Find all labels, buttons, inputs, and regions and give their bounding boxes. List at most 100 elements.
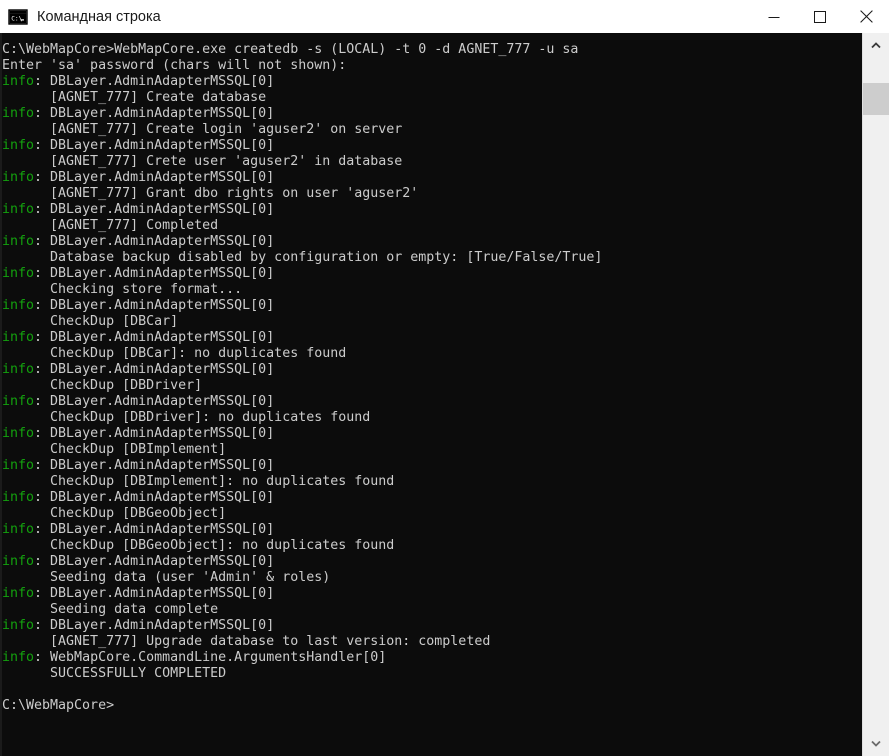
- console-line: info: DBLayer.AdminAdapterMSSQL[0]: [2, 170, 860, 186]
- log-severity-label: info: [2, 298, 35, 313]
- log-severity-label: info: [2, 202, 35, 217]
- console-line-text: CheckDup [DBImplement]: [2, 442, 227, 457]
- window-title: Командная строка: [37, 8, 161, 25]
- console-line-text: CheckDup [DBCar]: no duplicates found: [2, 346, 347, 361]
- console-line-text: : WebMapCore.CommandLine.ArgumentsHandle…: [34, 650, 387, 665]
- scroll-down-button[interactable]: [863, 731, 889, 756]
- console-line-text: SUCCESSFULLY COMPLETED: [2, 666, 227, 681]
- log-severity-label: info: [2, 490, 35, 505]
- console-line: info: DBLayer.AdminAdapterMSSQL[0]: [2, 74, 860, 90]
- console-line: Seeding data (user 'Admin' & roles): [2, 570, 860, 586]
- console-line-text: Seeding data (user 'Admin' & roles): [2, 570, 331, 585]
- console-line-text: : DBLayer.AdminAdapterMSSQL[0]: [34, 586, 275, 601]
- console-line-text: : DBLayer.AdminAdapterMSSQL[0]: [34, 298, 275, 313]
- console-line: CheckDup [DBGeoObject]: no duplicates fo…: [2, 538, 860, 554]
- console-line: info: DBLayer.AdminAdapterMSSQL[0]: [2, 330, 860, 346]
- console-line-text: [AGNET_777] Upgrade database to last ver…: [2, 634, 491, 649]
- console-line: CheckDup [DBDriver]: [2, 378, 860, 394]
- log-severity-label: info: [2, 362, 35, 377]
- console-line: info: DBLayer.AdminAdapterMSSQL[0]: [2, 522, 860, 538]
- console-line-text: CheckDup [DBDriver]: no duplicates found: [2, 410, 371, 425]
- console-line: info: DBLayer.AdminAdapterMSSQL[0]: [2, 138, 860, 154]
- console-line-text: : DBLayer.AdminAdapterMSSQL[0]: [34, 330, 275, 345]
- console-output-area[interactable]: C:\WebMapCore>WebMapCore.exe createdb -s…: [0, 33, 889, 756]
- log-severity-label: info: [2, 426, 35, 441]
- console-line: info: DBLayer.AdminAdapterMSSQL[0]: [2, 490, 860, 506]
- vertical-scrollbar[interactable]: [862, 33, 889, 756]
- chevron-down-icon: [871, 740, 881, 747]
- close-icon: [859, 10, 873, 23]
- console-text: C:\WebMapCore>WebMapCore.exe createdb -s…: [2, 42, 860, 756]
- console-line-text: : DBLayer.AdminAdapterMSSQL[0]: [34, 266, 275, 281]
- console-window-icon: C:\: [8, 8, 28, 25]
- console-line-text: CheckDup [DBImplement]: no duplicates fo…: [2, 474, 395, 489]
- svg-text:C:\: C:\: [11, 15, 22, 22]
- log-severity-label: info: [2, 74, 35, 89]
- minimize-icon: [768, 16, 780, 18]
- console-line-text: Enter 'sa' password (chars will not show…: [2, 58, 347, 73]
- console-line: info: DBLayer.AdminAdapterMSSQL[0]: [2, 362, 860, 378]
- console-line: [AGNET_777] Crete user 'aguser2' in data…: [2, 154, 860, 170]
- log-severity-label: info: [2, 458, 35, 473]
- console-line-text: : DBLayer.AdminAdapterMSSQL[0]: [34, 490, 275, 505]
- console-line-text: CheckDup [DBGeoObject]: no duplicates fo…: [2, 538, 395, 553]
- console-line: info: DBLayer.AdminAdapterMSSQL[0]: [2, 234, 860, 250]
- console-line-text: [AGNET_777] Completed: [2, 218, 219, 233]
- console-line-text: C:\WebMapCore>WebMapCore.exe createdb -s…: [2, 42, 579, 57]
- console-line: C:\WebMapCore>: [2, 698, 860, 714]
- console-line-text: : DBLayer.AdminAdapterMSSQL[0]: [34, 74, 275, 89]
- log-severity-label: info: [2, 394, 35, 409]
- console-line-text: CheckDup [DBCar]: [2, 314, 179, 329]
- close-button[interactable]: [843, 0, 889, 33]
- title-bar-left: C:\ Командная строка: [0, 7, 751, 27]
- console-line: info: DBLayer.AdminAdapterMSSQL[0]: [2, 586, 860, 602]
- chevron-up-icon: [871, 42, 881, 49]
- minimize-button[interactable]: [751, 0, 797, 33]
- console-line-text: Seeding data complete: [2, 602, 219, 617]
- scrollbar-thumb[interactable]: [863, 83, 889, 115]
- console-line: SUCCESSFULLY COMPLETED: [2, 666, 860, 682]
- maximize-icon: [814, 10, 826, 23]
- scrollbar-track[interactable]: [863, 58, 889, 731]
- console-line: info: DBLayer.AdminAdapterMSSQL[0]: [2, 202, 860, 218]
- console-line: Database backup disabled by configuratio…: [2, 250, 860, 266]
- console-line-text: C:\WebMapCore>: [2, 698, 115, 713]
- console-line: CheckDup [DBDriver]: no duplicates found: [2, 410, 860, 426]
- log-severity-label: info: [2, 650, 35, 665]
- console-line: info: DBLayer.AdminAdapterMSSQL[0]: [2, 106, 860, 122]
- console-line-text: : DBLayer.AdminAdapterMSSQL[0]: [34, 202, 275, 217]
- log-severity-label: info: [2, 586, 35, 601]
- console-line-text: : DBLayer.AdminAdapterMSSQL[0]: [34, 394, 275, 409]
- console-line-text: [AGNET_777] Grant dbo rights on user 'ag…: [2, 186, 419, 201]
- console-line: [AGNET_777] Create database: [2, 90, 860, 106]
- console-line-text: : DBLayer.AdminAdapterMSSQL[0]: [34, 554, 275, 569]
- console-line: CheckDup [DBImplement]: [2, 442, 860, 458]
- console-line: info: DBLayer.AdminAdapterMSSQL[0]: [2, 618, 860, 634]
- maximize-button[interactable]: [797, 0, 843, 33]
- log-severity-label: info: [2, 618, 35, 633]
- console-line: Seeding data complete: [2, 602, 860, 618]
- console-line-text: [AGNET_777] Create login 'aguser2' on se…: [2, 122, 403, 137]
- console-line-text: CheckDup [DBGeoObject]: [2, 506, 227, 521]
- title-bar[interactable]: C:\ Командная строка: [0, 0, 889, 33]
- console-line: CheckDup [DBCar]: [2, 314, 860, 330]
- console-line: info: DBLayer.AdminAdapterMSSQL[0]: [2, 394, 860, 410]
- console-line: info: DBLayer.AdminAdapterMSSQL[0]: [2, 554, 860, 570]
- console-line-text: : DBLayer.AdminAdapterMSSQL[0]: [34, 234, 275, 249]
- console-line-text: : DBLayer.AdminAdapterMSSQL[0]: [34, 138, 275, 153]
- console-line: [AGNET_777] Completed: [2, 218, 860, 234]
- console-line: info: DBLayer.AdminAdapterMSSQL[0]: [2, 458, 860, 474]
- console-line-text: : DBLayer.AdminAdapterMSSQL[0]: [34, 426, 275, 441]
- console-line-text: : DBLayer.AdminAdapterMSSQL[0]: [34, 522, 275, 537]
- console-line: info: DBLayer.AdminAdapterMSSQL[0]: [2, 426, 860, 442]
- console-line-text: CheckDup [DBDriver]: [2, 378, 203, 393]
- console-window: C:\ Командная строка C:\WebMapCore>WebMa…: [0, 0, 889, 756]
- scroll-up-button[interactable]: [863, 33, 889, 58]
- console-line: info: DBLayer.AdminAdapterMSSQL[0]: [2, 298, 860, 314]
- console-line: Checking store format...: [2, 282, 860, 298]
- console-line-text: Checking store format...: [2, 282, 243, 297]
- console-line: [AGNET_777] Upgrade database to last ver…: [2, 634, 860, 650]
- console-line: [AGNET_777] Create login 'aguser2' on se…: [2, 122, 860, 138]
- window-controls: [751, 0, 889, 33]
